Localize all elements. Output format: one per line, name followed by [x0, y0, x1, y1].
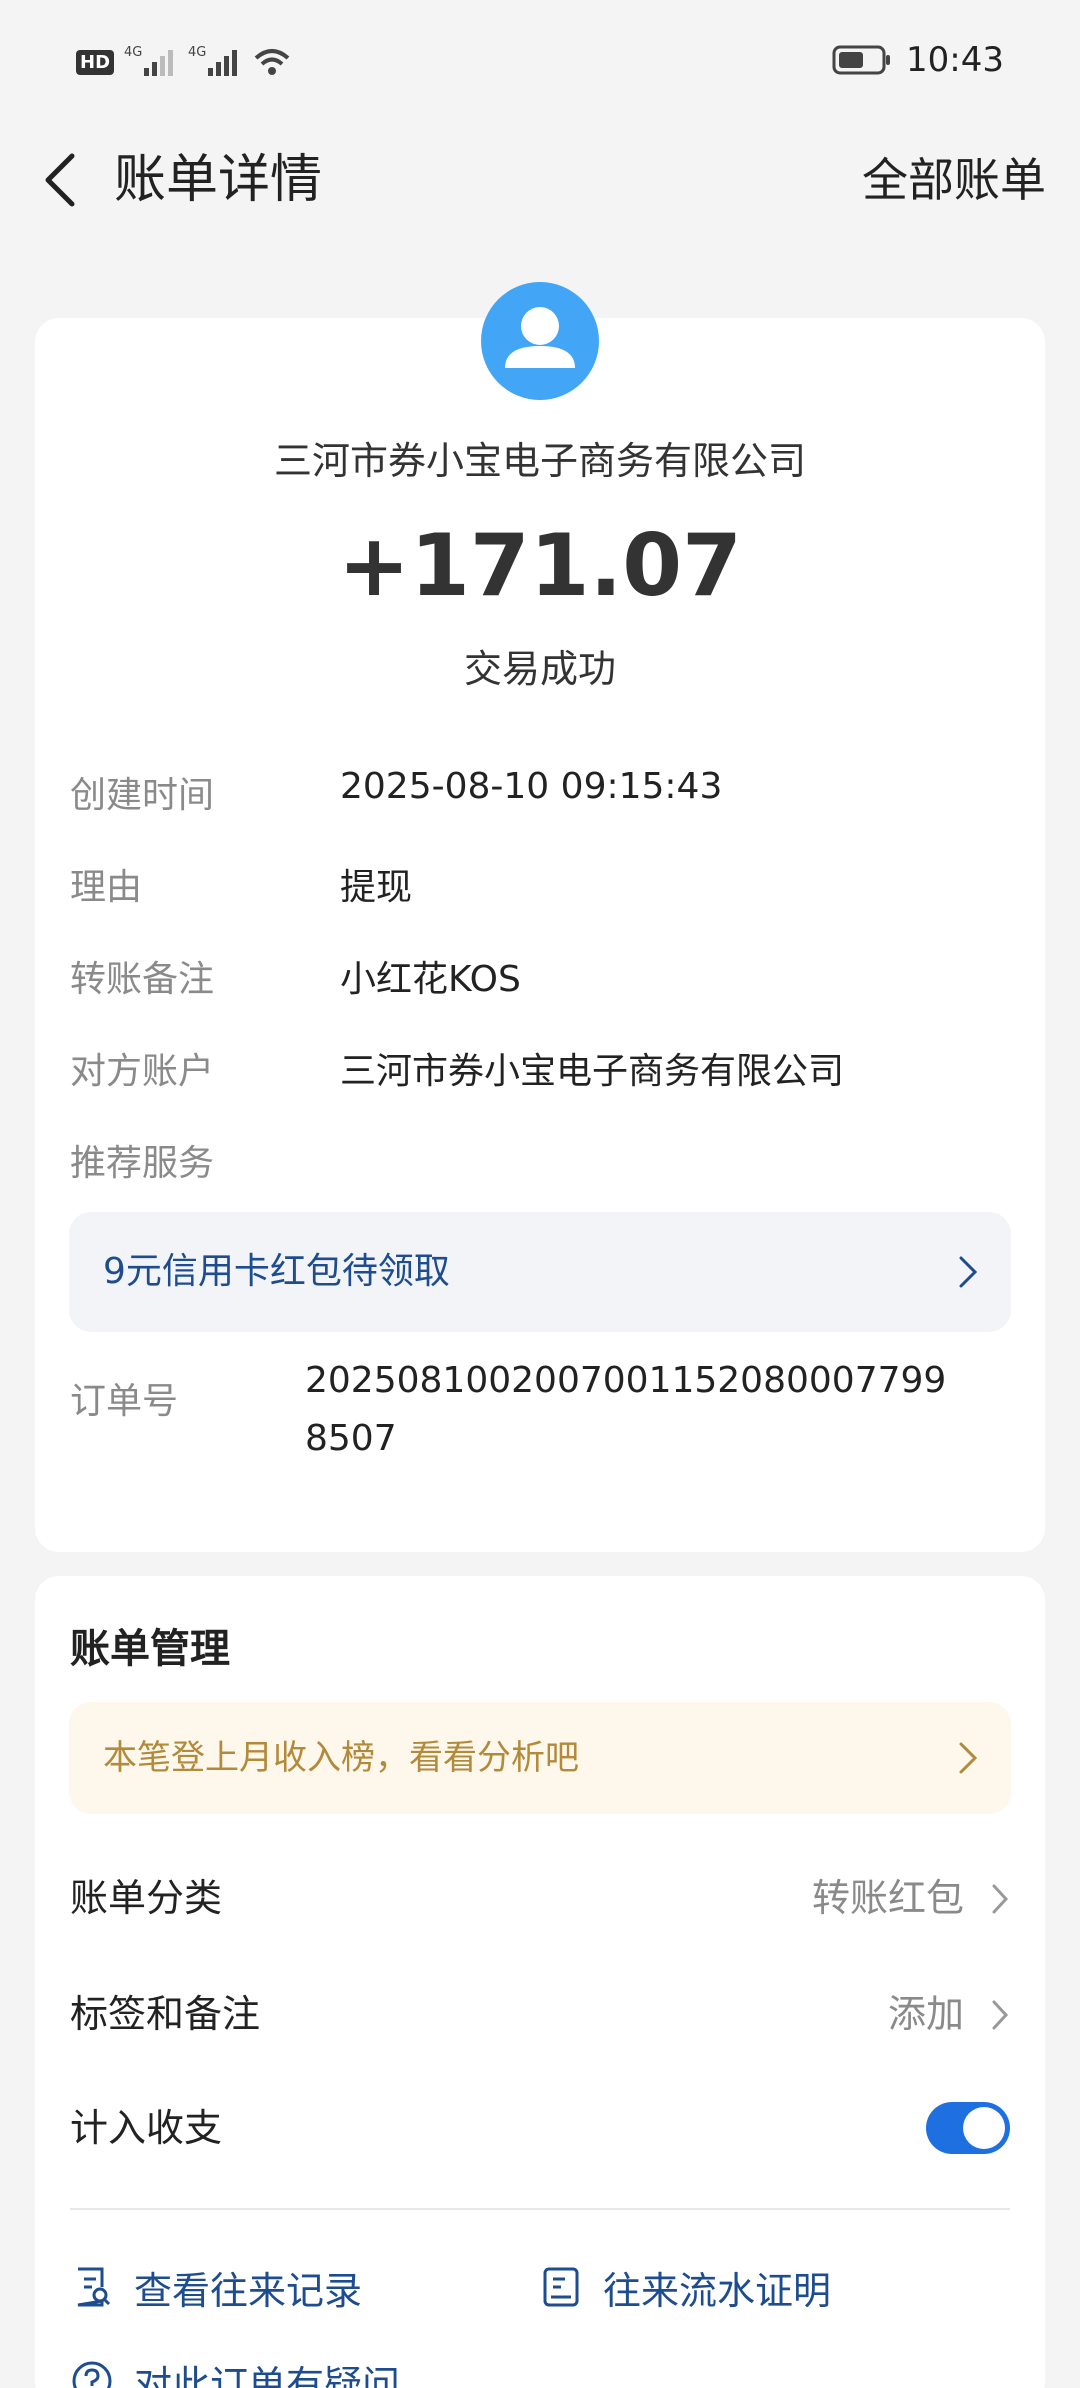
page-title: 账单详情	[114, 150, 323, 210]
promo-text: 9元信用卡红包待领取	[103, 1251, 450, 1292]
include-in-stats-toggle[interactable]	[926, 2102, 1010, 2154]
chevron-right-icon	[992, 2000, 1009, 2030]
toggle-knob	[963, 2107, 1005, 2149]
svg-text:4G: 4G	[124, 45, 142, 60]
chevron-right-icon	[959, 1256, 978, 1288]
cellular-signal-icon: 4G	[124, 45, 174, 76]
all-bills-button[interactable]: 全部账单	[862, 140, 1046, 220]
transaction-proof-link[interactable]: 往来流水证明	[539, 2252, 831, 2322]
view-records-link[interactable]: 查看往来记录	[70, 2252, 362, 2322]
detail-value: 提现	[340, 867, 413, 908]
records-search-icon	[77, 2267, 111, 2307]
include-in-stats-row: 计入收支	[70, 2088, 1010, 2168]
bill-category-label: 账单分类	[70, 1876, 223, 1920]
order-number-value: 20250810020070011520800077998507	[305, 1360, 947, 1459]
question-circle-icon	[72, 2361, 112, 2388]
credit-card-promo-banner[interactable]: 9元信用卡红包待领取	[69, 1212, 1011, 1332]
detail-label: 理由	[70, 867, 143, 908]
analysis-text: 本笔登上月收入榜，看看分析吧	[103, 1738, 579, 1778]
detail-label: 推荐服务	[70, 1143, 215, 1184]
status-left: HD 4G 4G	[76, 44, 292, 80]
tags-notes-value: 添加	[887, 1992, 964, 2036]
include-in-stats-label: 计入收支	[70, 2106, 223, 2150]
transaction-proof-label: 往来流水证明	[603, 2268, 832, 2313]
order-question-label: 对此订单有疑问	[134, 2362, 401, 2388]
bill-category-row[interactable]: 账单分类 转账红包	[70, 1858, 1010, 1938]
income-analysis-banner[interactable]: 本笔登上月收入榜，看看分析吧	[69, 1702, 1011, 1814]
user-icon	[505, 307, 575, 368]
detail-label: 转账备注	[70, 959, 215, 1000]
detail-value: 小红花KOS	[340, 959, 521, 1000]
detail-label: 创建时间	[70, 775, 215, 816]
tags-notes-row[interactable]: 标签和备注 添加	[70, 1974, 1010, 2054]
back-button[interactable]	[36, 140, 106, 220]
bill-management-card: 账单管理 本笔登上月收入榜，看看分析吧 账单分类 转账红包 标签和备注 添加 计…	[35, 1576, 1045, 2388]
detail-value: 2025-08-10 09:15:43	[340, 766, 723, 807]
order-question-link[interactable]: 对此订单有疑问	[70, 2346, 400, 2388]
nav-bar: 账单详情 全部账单	[0, 130, 1080, 230]
status-bar: HD 4G 4G 10:43	[0, 0, 1080, 130]
divider	[70, 2208, 1010, 2210]
battery-icon	[832, 45, 891, 75]
transaction-status: 交易成功	[463, 647, 616, 691]
status-right: 10:43	[832, 40, 1004, 80]
svg-text:4G: 4G	[188, 45, 206, 60]
chevron-left-icon	[45, 153, 75, 207]
wifi-icon	[254, 49, 290, 75]
document-proof-icon	[543, 2267, 579, 2307]
cellular-signal-2-icon: 4G	[188, 45, 238, 76]
section-title: 账单管理	[70, 1626, 230, 1672]
chevron-right-icon	[992, 1884, 1009, 1914]
detail-label: 订单号	[70, 1381, 179, 1422]
avatar	[481, 282, 599, 400]
view-records-label: 查看往来记录	[134, 2268, 363, 2313]
detail-label: 对方账户	[70, 1051, 215, 1092]
hd-badge: HD	[76, 49, 115, 75]
counterparty-name: 三河市券小宝电子商务有限公司	[273, 439, 806, 483]
tags-notes-label: 标签和备注	[70, 1992, 261, 2036]
amount: +171.07	[338, 516, 742, 616]
chevron-right-icon	[959, 1742, 978, 1774]
status-time: 10:43	[906, 40, 1004, 80]
detail-value: 三河市券小宝电子商务有限公司	[340, 1051, 845, 1092]
bill-category-value: 转账红包	[811, 1876, 964, 1920]
